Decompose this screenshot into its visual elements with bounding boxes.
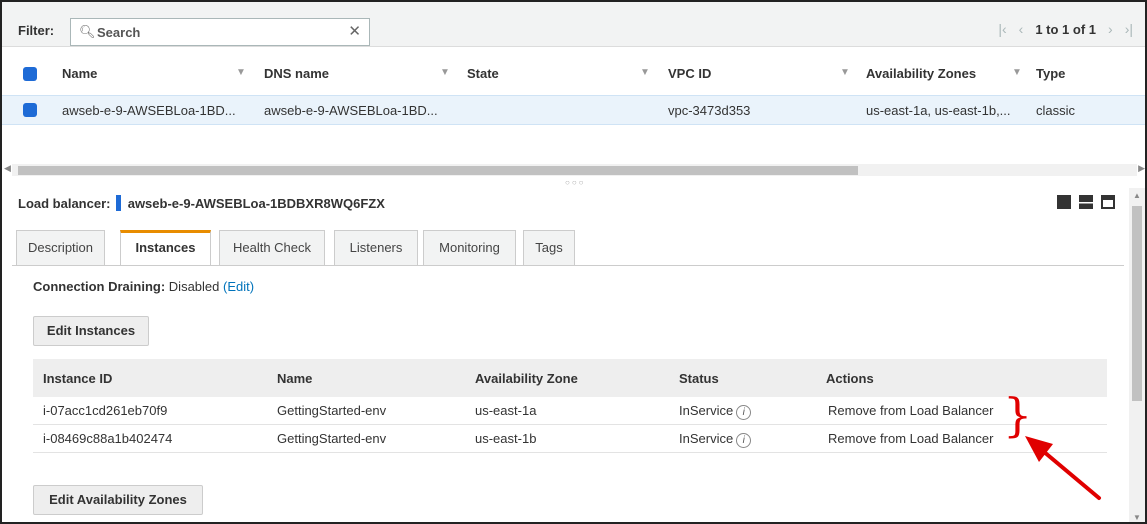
scrollbar-thumb[interactable] xyxy=(18,166,858,175)
row-availability-zones: us-east-1a, us-east-1b,... xyxy=(866,103,1011,118)
instance-zone: us-east-1a xyxy=(475,403,537,418)
info-icon[interactable]: i xyxy=(736,433,752,448)
tabs-divider xyxy=(12,265,1124,266)
select-all-checkbox[interactable] xyxy=(23,67,37,81)
search-icon: 🔍︎ xyxy=(79,24,96,39)
search-input[interactable] xyxy=(97,23,337,41)
layout-full-icon[interactable] xyxy=(1057,195,1071,209)
first-page-icon[interactable]: |‹ xyxy=(998,21,1006,37)
column-header-actions: Actions xyxy=(826,371,874,386)
sort-caret-icon[interactable]: ▼ xyxy=(1012,67,1022,78)
row-dns-name: awseb-e-9-AWSEBLoa-1BD... xyxy=(264,103,438,118)
detail-lb-name: awseb-e-9-AWSEBLoa-1BDBXR8WQ6FZX xyxy=(127,196,385,211)
connection-draining-label: Connection Draining: xyxy=(33,279,166,294)
instance-status: InService i xyxy=(679,403,752,420)
detail-title: Load balancer: awseb-e-9-AWSEBLoa-1BDBXR… xyxy=(18,195,385,211)
sort-caret-icon[interactable]: ▼ xyxy=(236,67,246,78)
edit-instances-button[interactable]: Edit Instances xyxy=(33,316,149,346)
layout-split-icon[interactable] xyxy=(1079,195,1093,209)
filter-bar: Filter: 🔍︎ ✕ |‹ ‹ 1 to 1 of 1 › ›| xyxy=(2,2,1145,47)
column-header-status: Status xyxy=(679,371,719,386)
remove-from-lb-link[interactable]: Remove from Load Balancer xyxy=(828,403,993,418)
tab-tags[interactable]: Tags xyxy=(523,230,575,265)
annotation-arrow-icon xyxy=(1025,436,1101,500)
info-icon[interactable]: i xyxy=(736,405,752,420)
filter-label: Filter: xyxy=(18,23,55,38)
sort-caret-icon[interactable]: ▼ xyxy=(640,67,650,78)
detail-label: Load balancer: xyxy=(18,196,111,211)
instance-status-text: InService xyxy=(679,403,734,418)
console-frame: Filter: 🔍︎ ✕ |‹ ‹ 1 to 1 of 1 › ›| Name … xyxy=(0,0,1147,524)
tab-monitoring[interactable]: Monitoring xyxy=(423,230,516,265)
tab-listeners[interactable]: Listeners xyxy=(334,230,418,265)
column-header-dns[interactable]: DNS name xyxy=(264,66,329,81)
search-box[interactable]: 🔍︎ ✕ xyxy=(70,18,370,46)
column-header-instance-name: Name xyxy=(277,371,313,386)
scrollbar-thumb[interactable] xyxy=(1132,206,1142,401)
instance-zone: us-east-1b xyxy=(475,431,537,446)
column-header-availability-zone: Availability Zone xyxy=(475,371,578,386)
column-header-instance-id: Instance ID xyxy=(43,371,113,386)
layout-top-icon[interactable] xyxy=(1101,195,1115,209)
remove-from-lb-link[interactable]: Remove from Load Balancer xyxy=(828,431,993,446)
table-row: i-07acc1cd261eb70f9 GettingStarted-env u… xyxy=(33,397,1107,425)
sort-caret-icon[interactable]: ▼ xyxy=(840,67,850,78)
horizontal-scrollbar[interactable]: ◀ ▶ xyxy=(4,163,1145,176)
scroll-down-icon[interactable]: ▼ xyxy=(1133,513,1141,522)
last-page-icon[interactable]: ›| xyxy=(1125,21,1133,37)
pagination-count: 1 to 1 of 1 xyxy=(1035,21,1097,37)
prev-page-icon[interactable]: ‹ xyxy=(1019,21,1024,37)
scroll-left-icon[interactable]: ◀ xyxy=(4,163,11,174)
splitter-grip-icon[interactable]: ○○○ xyxy=(565,178,586,187)
column-header-az[interactable]: Availability Zones xyxy=(866,66,976,81)
tab-instances[interactable]: Instances xyxy=(120,230,211,266)
row-type: classic xyxy=(1036,103,1076,118)
sort-caret-icon[interactable]: ▼ xyxy=(440,67,450,78)
column-header-vpc[interactable]: VPC ID xyxy=(668,66,711,81)
tab-description[interactable]: Description xyxy=(16,230,105,265)
edit-availability-zones-button[interactable]: Edit Availability Zones xyxy=(33,485,203,515)
connection-draining-value: Disabled xyxy=(168,279,220,294)
column-header-name[interactable]: Name xyxy=(62,66,97,81)
vertical-scrollbar[interactable]: ▲ ▼ xyxy=(1129,188,1145,522)
instance-status-text: InService xyxy=(679,431,734,446)
row-vpc-id: vpc-3473d353 xyxy=(668,103,751,118)
instance-status: InService i xyxy=(679,431,752,448)
column-header-state[interactable]: State xyxy=(467,66,499,81)
instance-name: GettingStarted-env xyxy=(277,431,387,446)
row-checkbox[interactable] xyxy=(23,103,37,117)
instance-id-link[interactable]: i-08469c88a1b402474 xyxy=(43,431,172,446)
connection-draining: Connection Draining: Disabled (Edit) xyxy=(33,279,254,294)
instances-table-header: Instance ID Name Availability Zone Statu… xyxy=(33,359,1107,397)
table-row[interactable]: awseb-e-9-AWSEBLoa-1BD... awseb-e-9-AWSE… xyxy=(2,95,1145,125)
scroll-right-icon[interactable]: ▶ xyxy=(1138,163,1145,174)
scroll-up-icon[interactable]: ▲ xyxy=(1133,191,1141,200)
column-header-type[interactable]: Type xyxy=(1036,66,1065,81)
instance-id-link[interactable]: i-07acc1cd261eb70f9 xyxy=(43,403,167,418)
selection-marker xyxy=(116,195,122,211)
table-row: i-08469c88a1b402474 GettingStarted-env u… xyxy=(33,425,1107,453)
layout-switcher xyxy=(1057,195,1115,209)
edit-connection-draining-link[interactable]: (Edit) xyxy=(223,279,254,294)
row-name: awseb-e-9-AWSEBLoa-1BD... xyxy=(62,103,236,118)
lb-table-header: Name ▼ DNS name ▼ State ▼ VPC ID ▼ Avail… xyxy=(2,59,1145,93)
close-icon[interactable]: ✕ xyxy=(348,22,361,40)
tab-health-check[interactable]: Health Check xyxy=(219,230,325,265)
pane-splitter[interactable]: ○○○ xyxy=(2,178,1145,188)
next-page-icon[interactable]: › xyxy=(1108,21,1113,37)
pagination: |‹ ‹ 1 to 1 of 1 › ›| xyxy=(998,21,1133,37)
instance-name: GettingStarted-env xyxy=(277,403,387,418)
